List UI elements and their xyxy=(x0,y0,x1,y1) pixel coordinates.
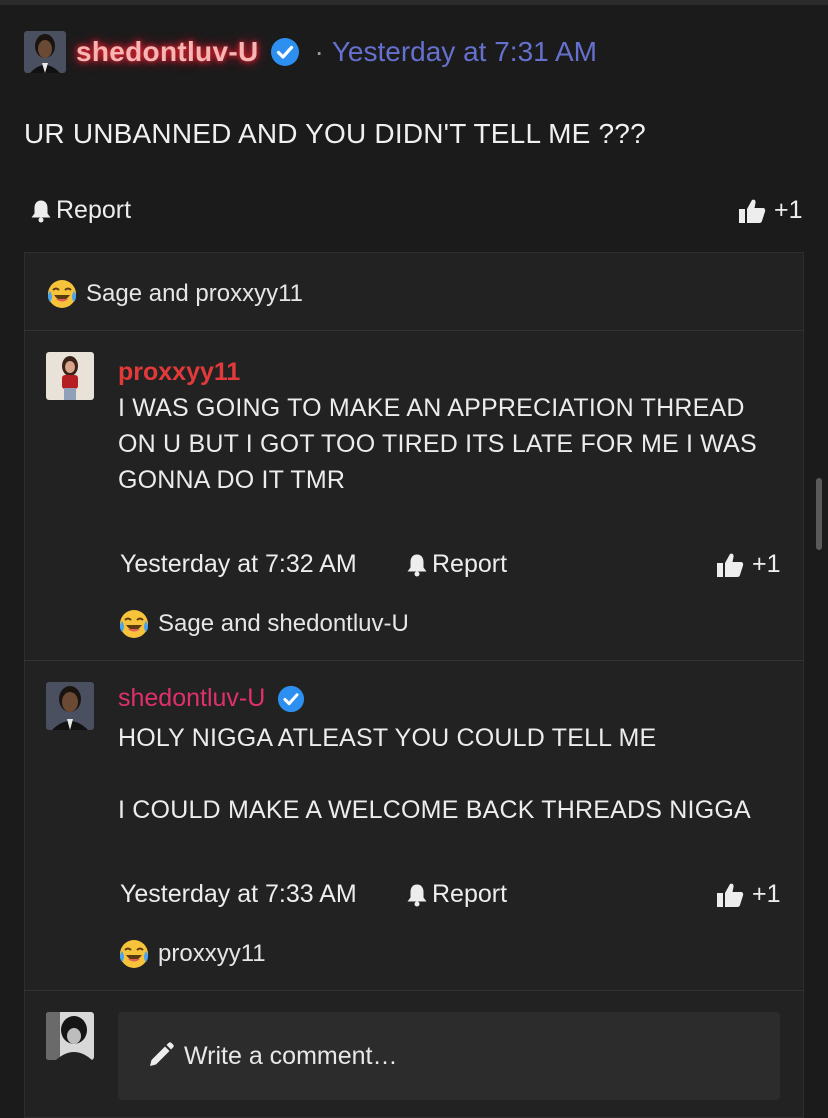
scrollbar[interactable] xyxy=(816,478,822,550)
comment-line: GONNA DO IT TMR xyxy=(118,466,346,494)
thumbs-up-icon xyxy=(739,199,766,223)
comment-report-button[interactable]: Report xyxy=(406,880,507,909)
face-with-tears-of-joy-icon xyxy=(120,940,148,968)
face-with-tears-of-joy-icon xyxy=(48,280,76,308)
report-label: Report xyxy=(56,196,132,224)
comment-avatar[interactable] xyxy=(46,352,94,400)
post-timestamp[interactable]: Yesterday at 7:31 AM xyxy=(332,36,597,68)
comment-body: HOLY NIGGA ATLEAST YOU COULD TELL ME I C… xyxy=(118,720,778,828)
bell-icon xyxy=(31,200,51,222)
divider xyxy=(24,990,804,991)
top-border xyxy=(0,0,828,5)
post-header: shedontluv-U · Yesterday at 7:31 AM xyxy=(24,30,597,74)
bell-icon xyxy=(407,884,427,906)
divider xyxy=(24,660,804,661)
author-name[interactable]: shedontluv-U xyxy=(76,36,258,68)
current-user-avatar[interactable] xyxy=(46,1012,94,1060)
comment-reaction-summary[interactable]: Sage and shedontluv-U xyxy=(118,608,409,640)
post-report-button[interactable]: Report xyxy=(30,196,131,225)
like-count: +1 xyxy=(752,550,781,578)
comment-author-row: shedontluv-U xyxy=(118,684,305,713)
comment-like-button[interactable]: +1 xyxy=(716,550,781,579)
report-label: Report xyxy=(432,880,508,908)
write-comment-input[interactable]: Write a comment… xyxy=(118,1012,780,1100)
comment-line: ON U BUT I GOT TOO TIRED ITS LATE FOR ME… xyxy=(118,430,757,458)
comment-line: HOLY NIGGA ATLEAST YOU COULD TELL ME xyxy=(118,724,657,752)
divider xyxy=(24,330,804,331)
reaction-names: Sage and proxxyy11 xyxy=(86,280,304,307)
author-avatar[interactable] xyxy=(24,31,66,73)
comment-author[interactable]: shedontluv-U xyxy=(118,684,265,713)
comment-author[interactable]: proxxyy11 xyxy=(118,358,240,387)
comment-like-button[interactable]: +1 xyxy=(716,880,781,909)
reaction-names: proxxyy11 xyxy=(158,940,266,967)
comment-timestamp[interactable]: Yesterday at 7:32 AM xyxy=(120,550,357,579)
comment-line xyxy=(118,756,778,792)
comment-timestamp[interactable]: Yesterday at 7:33 AM xyxy=(120,880,357,909)
like-count: +1 xyxy=(752,880,781,908)
report-label: Report xyxy=(432,550,508,578)
comment-body: I WAS GOING TO MAKE AN APPRECIATION THRE… xyxy=(118,390,778,498)
face-with-tears-of-joy-icon xyxy=(120,610,148,638)
write-comment-placeholder: Write a comment… xyxy=(184,1041,398,1070)
comment-line: I WAS GOING TO MAKE AN APPRECIATION THRE… xyxy=(118,394,745,422)
comment-avatar[interactable] xyxy=(46,682,94,730)
post-body: UR UNBANNED AND YOU DIDN'T TELL ME ??? xyxy=(24,118,646,149)
reaction-names: Sage and shedontluv-U xyxy=(158,610,409,637)
thumbs-up-icon xyxy=(717,883,744,907)
thumbs-up-icon xyxy=(717,553,744,577)
pencil-icon xyxy=(150,1042,174,1066)
like-count: +1 xyxy=(774,196,803,224)
comment-reaction-summary[interactable]: proxxyy11 xyxy=(118,938,266,970)
bell-icon xyxy=(407,554,427,576)
post-reaction-summary[interactable]: Sage and proxxyy11 xyxy=(46,278,303,310)
comment-line: I COULD MAKE A WELCOME BACK THREADS NIGG… xyxy=(118,796,751,824)
comment-report-button[interactable]: Report xyxy=(406,550,507,579)
verified-badge-icon xyxy=(271,38,300,66)
verified-badge-icon xyxy=(278,685,305,712)
separator: · xyxy=(314,36,324,67)
post-like-button[interactable]: +1 xyxy=(738,196,803,225)
